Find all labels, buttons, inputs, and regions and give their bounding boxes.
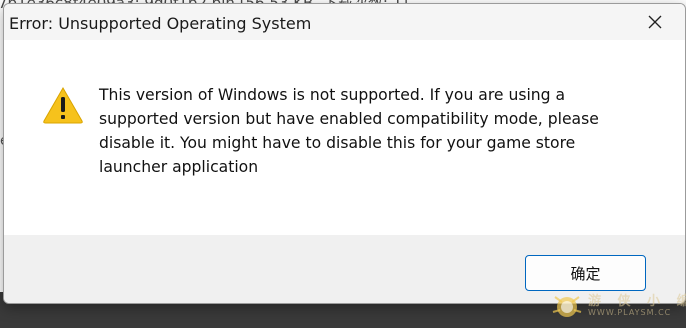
watermark: 游 侠 小 编 WWW.PLAYSM.CC	[548, 288, 686, 326]
dialog-title: Error: Unsupported Operating System	[9, 14, 312, 33]
watermark-text: 游 侠 小 编	[588, 294, 686, 309]
dialog-titlebar[interactable]: Error: Unsupported Operating System	[4, 4, 685, 40]
error-message: This version of Windows is not supported…	[99, 86, 599, 176]
close-icon	[648, 15, 662, 29]
dialog-content: This version of Windows is not supported…	[4, 40, 685, 235]
close-button[interactable]	[632, 4, 678, 40]
ok-button[interactable]: 确定	[525, 255, 646, 291]
warning-icon	[43, 86, 83, 124]
error-dialog: Error: Unsupported Operating System This…	[3, 3, 686, 304]
watermark-url: WWW.PLAYSM.CC	[588, 308, 672, 317]
watermark-logo-icon	[552, 296, 582, 317]
